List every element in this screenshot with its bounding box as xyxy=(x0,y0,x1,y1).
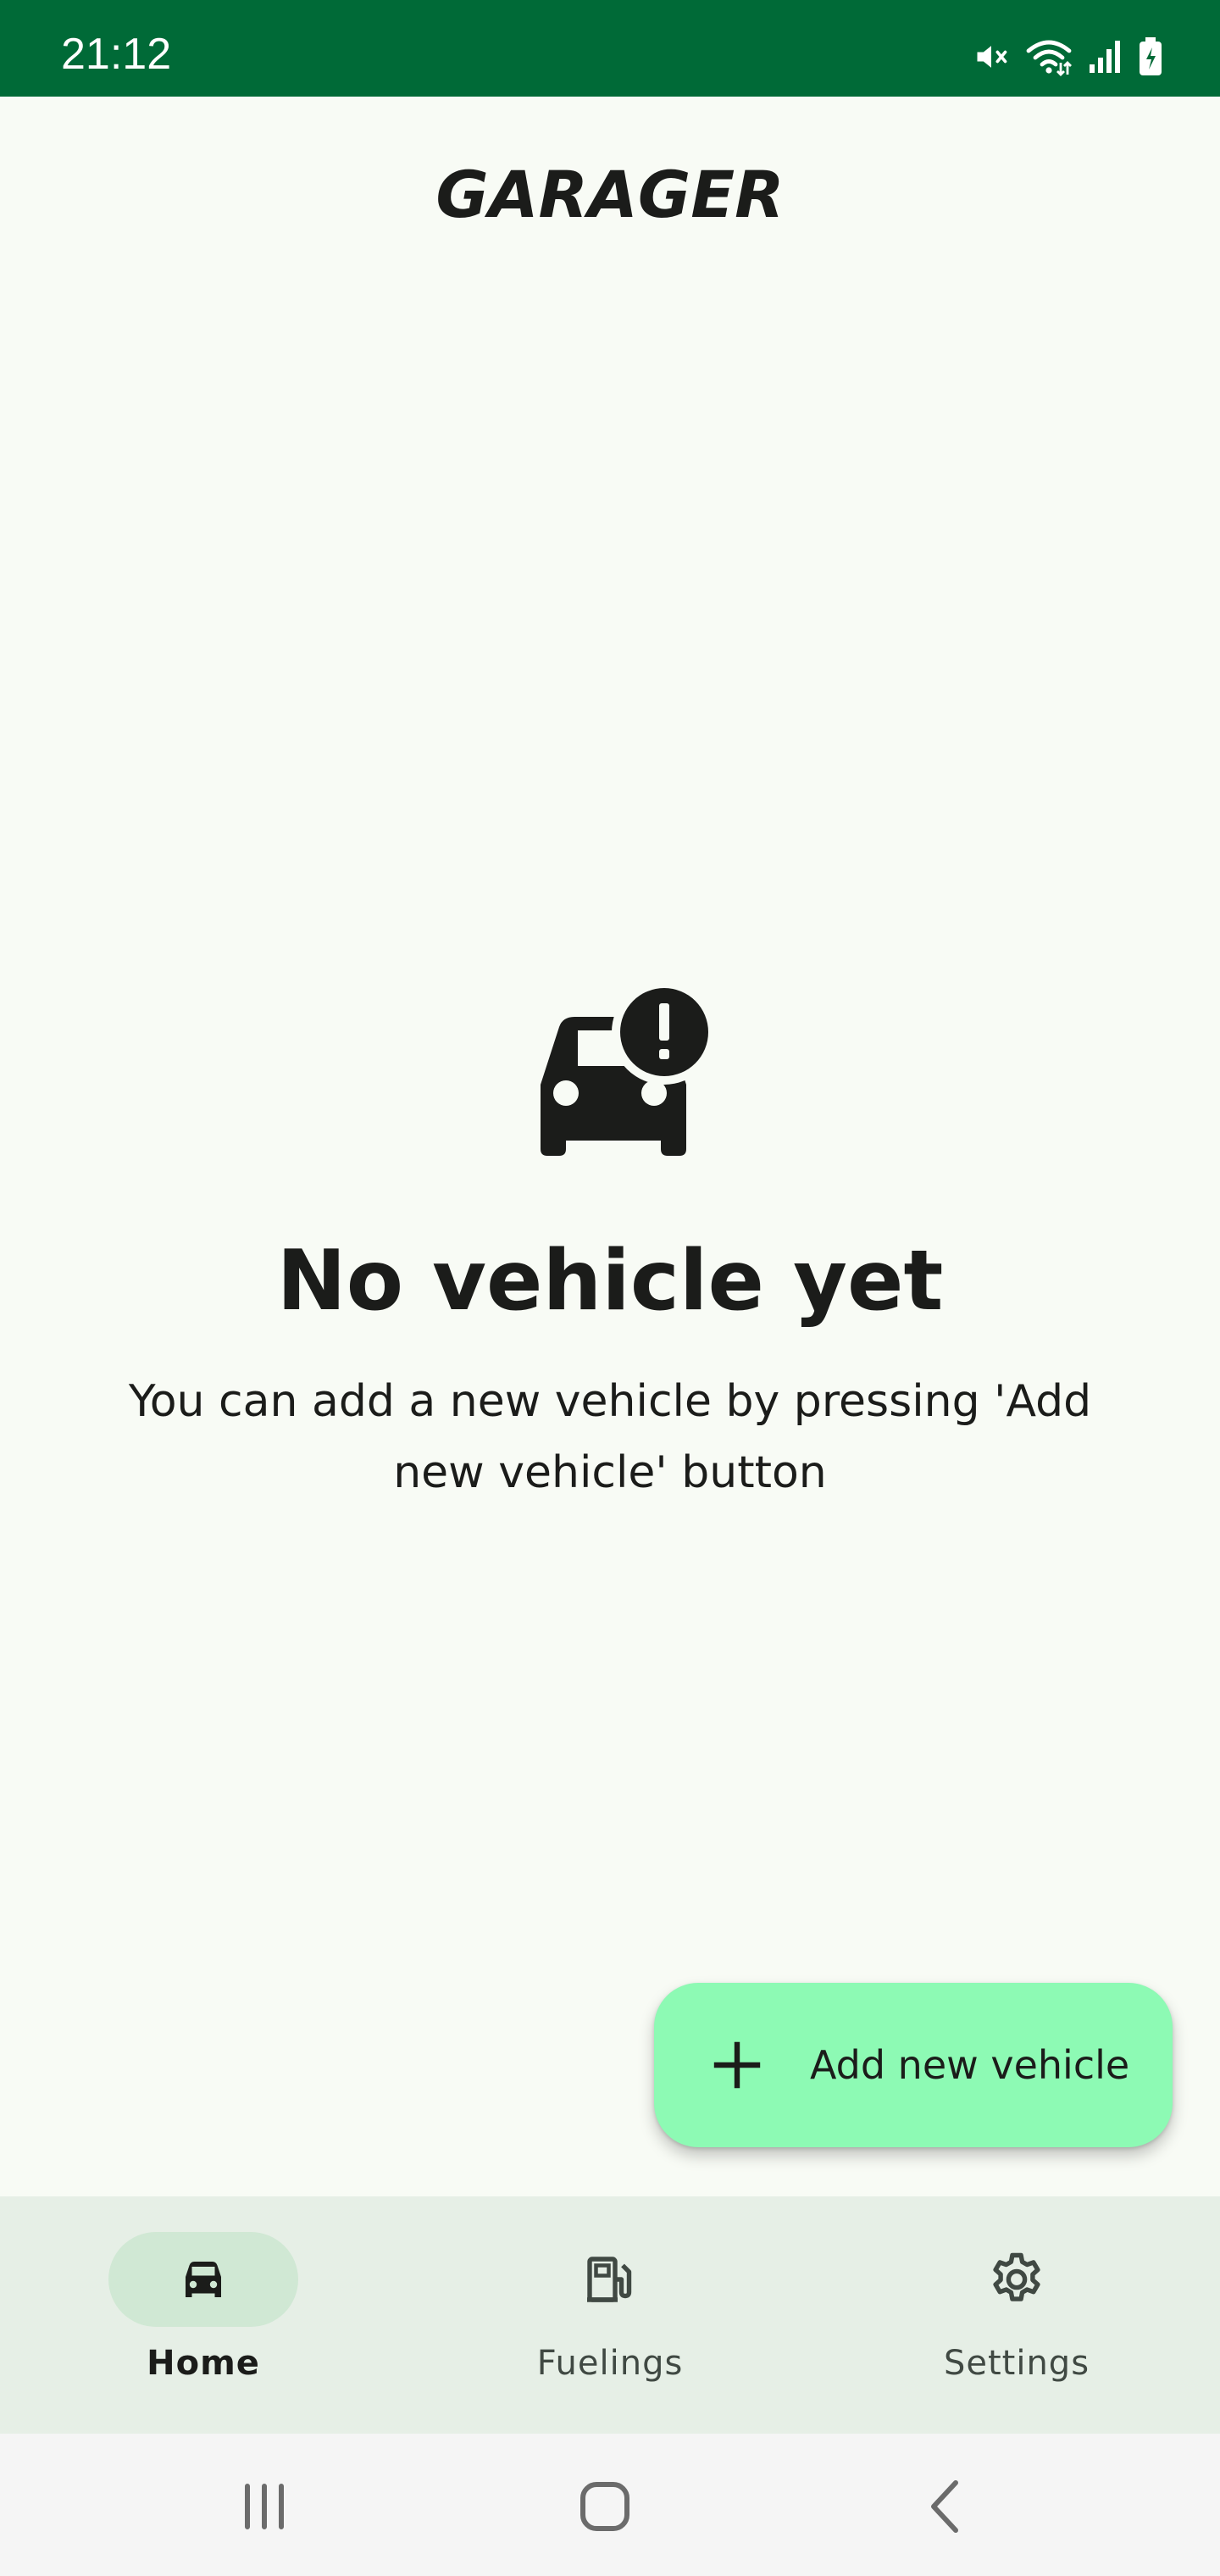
status-icons xyxy=(973,34,1162,80)
empty-state-title: No vehicle yet xyxy=(276,1233,944,1330)
plus-icon xyxy=(713,2041,761,2089)
app-title: GARAGER xyxy=(435,157,785,232)
fab-label: Add new vehicle xyxy=(810,2042,1130,2088)
bottom-navigation: Home Fuelings Settings xyxy=(0,2196,1220,2434)
app-screen: 21:12 GARAGER No vehicle yet You can add… xyxy=(0,0,1220,2576)
nav-label-home: Home xyxy=(147,2344,260,2383)
nav-item-settings[interactable]: Settings xyxy=(813,2196,1220,2434)
nav-label-settings: Settings xyxy=(943,2344,1090,2383)
status-bar: 21:12 xyxy=(0,0,1220,97)
nav-label-fuelings: Fuelings xyxy=(536,2344,684,2383)
system-navigation-bar xyxy=(0,2434,1220,2576)
battery-charging-icon xyxy=(1140,37,1162,75)
car-alert-icon xyxy=(541,988,708,1156)
wifi-icon xyxy=(1026,40,1072,76)
back-icon[interactable] xyxy=(912,2473,979,2540)
car-icon xyxy=(186,2262,221,2297)
nav-item-fuelings[interactable]: Fuelings xyxy=(407,2196,813,2434)
status-time: 21:12 xyxy=(61,30,172,79)
gear-icon xyxy=(993,2252,1040,2301)
signal-icon xyxy=(1090,41,1120,73)
fuel-pump-icon xyxy=(587,2257,632,2302)
mute-icon xyxy=(977,46,1007,68)
nav-item-home[interactable]: Home xyxy=(0,2196,407,2434)
recents-icon[interactable] xyxy=(230,2473,298,2540)
empty-state-description: You can add a new vehicle by pressing 'A… xyxy=(128,1376,1092,1498)
add-new-vehicle-button[interactable]: Add new vehicle xyxy=(654,1983,1173,2147)
home-icon[interactable] xyxy=(571,2473,639,2540)
